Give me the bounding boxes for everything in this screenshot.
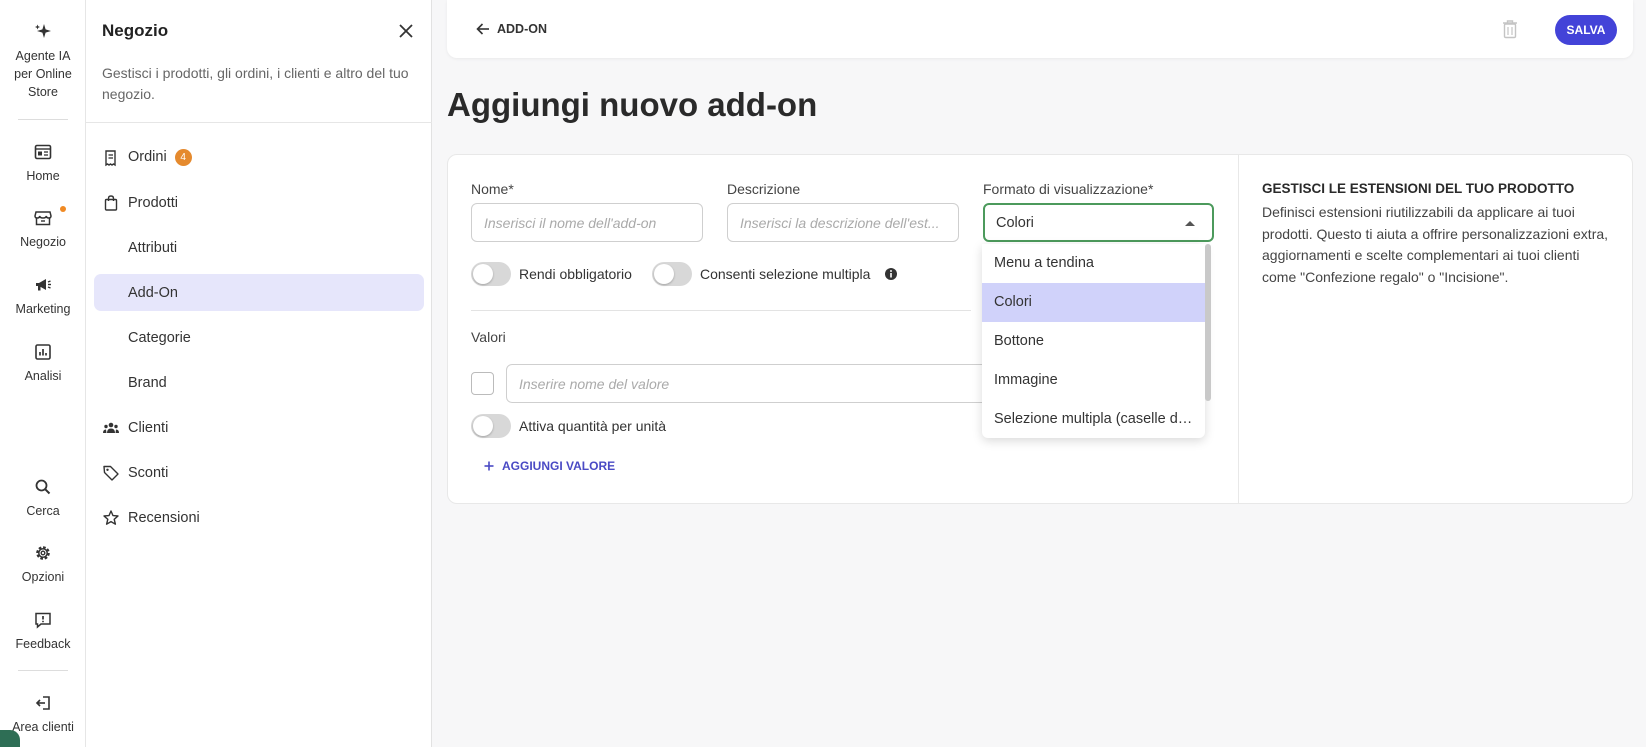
- info-text: Definisci estensioni riutilizzabili da a…: [1262, 204, 1609, 285]
- back-link[interactable]: ADD-ON: [475, 21, 547, 37]
- dropdown-option[interactable]: Immagine: [982, 361, 1205, 400]
- add-value-label: AGGIUNGI VALORE: [502, 459, 616, 473]
- info-icon[interactable]: [884, 267, 898, 281]
- multiple-selection-toggle[interactable]: [652, 262, 692, 286]
- trash-icon[interactable]: [1501, 19, 1519, 39]
- star-icon: [103, 509, 119, 525]
- nav-item-add-on[interactable]: Add-On: [94, 274, 424, 311]
- nav-item-label: Attributi: [128, 239, 178, 256]
- nav-item-label: Ordini: [128, 148, 167, 165]
- gear-icon: [36, 546, 50, 560]
- nav-item-label: Sconti: [128, 464, 169, 481]
- caret-up-icon: [1185, 221, 1195, 226]
- notification-dot: [60, 206, 66, 212]
- rail-divider: [18, 670, 68, 671]
- store-nav-panel: Negozio Gestisci i prodotti, gli ordini,…: [86, 0, 432, 747]
- corner-decoration: [0, 730, 20, 747]
- info-heading: GESTISCI LE ESTENSIONI DEL TUO PRODOTTO: [1262, 181, 1575, 196]
- rail-item-label: Opzioni: [21, 570, 65, 584]
- required-toggle-label: Rendi obbligatorio: [519, 266, 632, 282]
- value-name-input[interactable]: Inserire nome del valore: [506, 364, 1006, 403]
- feedback-icon: [35, 612, 51, 629]
- format-select[interactable]: Colori: [983, 203, 1214, 242]
- format-dropdown-menu: Menu a tendina Colori Bottone Immagine S…: [982, 244, 1205, 438]
- rail-item-label: Marketing: [15, 302, 71, 316]
- home-icon: [34, 144, 52, 160]
- rail-item-marketing[interactable]: Marketing: [0, 275, 86, 318]
- rail-item-feedback[interactable]: Feedback: [0, 610, 86, 653]
- rail-item-negozio[interactable]: Negozio: [0, 208, 86, 251]
- multiple-selection-toggle-label: Consenti selezione multipla: [700, 266, 871, 282]
- dropdown-option[interactable]: Selezione multipla (caselle di...: [982, 400, 1205, 438]
- card-column-divider: [1238, 155, 1239, 503]
- receipt-icon: [105, 149, 116, 166]
- nav-item-label: Prodotti: [128, 194, 178, 211]
- megaphone-icon: [36, 279, 51, 291]
- search-icon: [35, 479, 51, 495]
- page-title: Aggiungi nuovo add-on: [447, 86, 818, 123]
- save-button[interactable]: SALVA: [1555, 15, 1617, 45]
- dropdown-option[interactable]: Menu a tendina: [982, 244, 1205, 283]
- store-icon: [34, 211, 52, 226]
- nav-item-clienti[interactable]: Clienti: [94, 409, 424, 446]
- shopping-bag-icon: [104, 194, 118, 211]
- nav-item-brand[interactable]: Brand: [94, 364, 424, 401]
- name-field-label: Nome*: [471, 181, 514, 197]
- format-field-label: Formato di visualizzazione*: [983, 181, 1154, 197]
- rail-item-opzioni[interactable]: Opzioni: [0, 543, 86, 586]
- nav-item-label: Add-On: [128, 284, 178, 301]
- name-input[interactable]: Inserisci il nome dell'add-on: [471, 203, 703, 242]
- app-rail: Agente IA per Online Store Home Negozio …: [0, 0, 86, 747]
- required-toggle[interactable]: [471, 262, 511, 286]
- panel-title: Negozio: [102, 21, 169, 40]
- rail-item-analisi[interactable]: Analisi: [0, 342, 86, 385]
- values-label: Valori: [471, 329, 506, 345]
- arrow-left-icon: [476, 23, 489, 35]
- rail-divider: [18, 119, 68, 120]
- nav-item-categorie[interactable]: Categorie: [94, 319, 424, 356]
- nav-item-label: Clienti: [128, 419, 169, 436]
- panel-description: Gestisci i prodotti, gli ordini, i clien…: [102, 65, 409, 102]
- nav-item-label: Categorie: [128, 329, 191, 346]
- page-header-bar: ADD-ON SALVA: [447, 0, 1633, 58]
- panel-divider: [86, 122, 432, 123]
- nav-item-label: Recensioni: [128, 509, 200, 526]
- sparkle-icon: [35, 24, 51, 38]
- logout-icon: [35, 696, 50, 710]
- nav-item-prodotti[interactable]: Prodotti: [94, 184, 424, 221]
- order-count-badge: 4: [174, 148, 192, 166]
- rail-item-home[interactable]: Home: [0, 142, 86, 185]
- nav-item-sconti[interactable]: Sconti: [94, 454, 424, 491]
- chart-icon: [35, 344, 51, 360]
- add-value-button[interactable]: AGGIUNGI VALORE: [484, 459, 615, 473]
- description-input[interactable]: Inserisci la descrizione dell'est...: [727, 203, 959, 242]
- rail-item-label: Negozio: [20, 235, 66, 249]
- rail-item-label: Analisi: [24, 369, 62, 383]
- rail-item-label: Home: [26, 169, 60, 183]
- rail-item-label: Cerca: [26, 504, 60, 518]
- dropdown-option[interactable]: Bottone: [982, 322, 1205, 361]
- format-select-value: Colori: [996, 215, 1034, 231]
- rail-item-label: Feedback: [15, 637, 71, 651]
- nav-item-attributi[interactable]: Attributi: [94, 229, 424, 266]
- nav-item-ordini[interactable]: Ordini 4: [94, 139, 424, 176]
- rail-ai-agent[interactable]: Agente IA per Online Store: [0, 22, 86, 101]
- section-divider: [471, 310, 971, 311]
- nav-item-label: Brand: [128, 374, 167, 391]
- nav-item-recensioni[interactable]: Recensioni: [94, 499, 424, 536]
- rail-item-cerca[interactable]: Cerca: [0, 477, 86, 520]
- description-field-label: Descrizione: [727, 181, 801, 197]
- back-link-label: ADD-ON: [497, 22, 547, 36]
- rail-ai-agent-label: Agente IA per Online Store: [14, 49, 72, 99]
- close-icon[interactable]: [398, 23, 414, 39]
- dropdown-scrollbar[interactable]: [1205, 244, 1211, 401]
- dropdown-option-selected[interactable]: Colori: [982, 283, 1205, 322]
- rail-item-label: Area clienti: [12, 720, 74, 734]
- plus-icon: [484, 461, 494, 471]
- quantity-per-unit-toggle-label: Attiva quantità per unità: [519, 418, 667, 434]
- users-icon: [103, 422, 119, 433]
- value-checkbox[interactable]: [471, 372, 494, 395]
- quantity-per-unit-toggle[interactable]: [471, 414, 511, 438]
- tag-icon: [103, 465, 119, 481]
